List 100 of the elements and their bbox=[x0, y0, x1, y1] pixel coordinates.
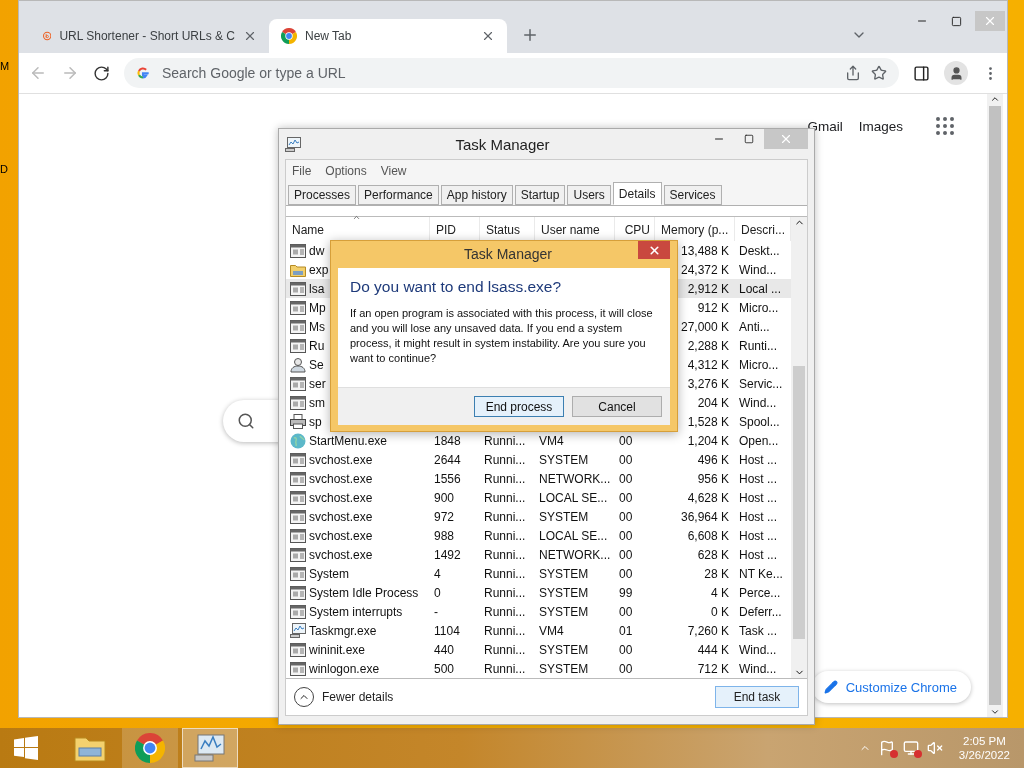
table-cell: Wind... bbox=[739, 262, 777, 277]
table-cell: Micro... bbox=[739, 357, 779, 372]
table-cell: 4 K bbox=[711, 585, 729, 600]
table-cell: 444 K bbox=[697, 642, 729, 657]
process-name: Mp bbox=[309, 300, 326, 315]
table-cell: Servic... bbox=[739, 376, 783, 391]
table-cell: Wind... bbox=[739, 395, 777, 410]
table-cell: Spool... bbox=[739, 414, 780, 429]
table-cell: 1,204 K bbox=[687, 433, 729, 448]
table-cell: Runni... bbox=[484, 471, 526, 486]
table-cell: Wind... bbox=[739, 642, 777, 657]
table-cell: Runni... bbox=[484, 585, 526, 600]
process-name: System interrupts bbox=[309, 604, 403, 619]
table-cell: Task ... bbox=[739, 623, 777, 638]
table-cell: 440 bbox=[434, 642, 455, 657]
dialog-heading: Do you want to end lsass.exe? bbox=[350, 278, 563, 296]
table-cell: Runni... bbox=[484, 547, 526, 562]
table-cell: 00 bbox=[619, 547, 633, 562]
table-cell: 900 bbox=[434, 490, 455, 505]
table-cell: 628 K bbox=[697, 547, 729, 562]
table-cell: 4 bbox=[434, 566, 441, 581]
table-cell: SYSTEM bbox=[539, 566, 589, 581]
window-title: Task Manager bbox=[454, 135, 551, 153]
process-name: dw bbox=[309, 243, 325, 258]
table-cell: Runni... bbox=[484, 452, 526, 467]
desktop-icon-label: M bbox=[0, 60, 10, 72]
table-cell: Runni... bbox=[484, 490, 526, 505]
table-cell: SYSTEM bbox=[539, 661, 589, 676]
table-cell: 00 bbox=[619, 509, 633, 524]
process-name: svchost.exe bbox=[309, 528, 373, 543]
table-cell: 00 bbox=[619, 490, 633, 505]
table-cell: 912 K bbox=[697, 300, 729, 315]
table-cell: 712 K bbox=[697, 661, 729, 676]
table-cell: 7,260 K bbox=[687, 623, 729, 638]
table-cell: 1104 bbox=[434, 623, 460, 638]
table-cell: Runni... bbox=[484, 566, 526, 581]
table-cell: 1,528 K bbox=[687, 414, 729, 429]
table-cell: LOCAL SE... bbox=[539, 528, 608, 543]
table-cell: Runni... bbox=[484, 623, 526, 638]
table-cell: 00 bbox=[619, 452, 633, 467]
table-cell: 0 bbox=[434, 585, 441, 600]
process-name: System Idle Process bbox=[309, 585, 419, 600]
table-cell: SYSTEM bbox=[539, 509, 589, 524]
process-name: Ms bbox=[309, 319, 325, 334]
table-cell: Runni... bbox=[484, 604, 526, 619]
process-name: sm bbox=[309, 395, 325, 410]
table-cell: 3,276 K bbox=[687, 376, 729, 391]
table-cell: 2,912 K bbox=[687, 281, 729, 296]
process-name: System bbox=[309, 566, 349, 581]
table-cell: Runti... bbox=[739, 338, 777, 353]
table-cell: - bbox=[434, 604, 438, 619]
table-cell: 972 bbox=[434, 509, 455, 524]
table-cell: 496 K bbox=[697, 452, 729, 467]
table-cell: 00 bbox=[619, 604, 633, 619]
dialog-title: Task Manager bbox=[463, 245, 553, 262]
table-cell: SYSTEM bbox=[539, 585, 589, 600]
process-name: Se bbox=[309, 357, 324, 372]
table-cell: 36,964 K bbox=[680, 509, 729, 524]
table-cell: 00 bbox=[619, 566, 633, 581]
table-cell: Open... bbox=[739, 433, 779, 448]
table-cell: 6,608 K bbox=[687, 528, 729, 543]
table-cell: Anti... bbox=[739, 319, 770, 334]
process-name: svchost.exe bbox=[309, 452, 373, 467]
table-cell: 988 bbox=[434, 528, 455, 543]
table-cell: Micro... bbox=[739, 300, 779, 315]
table-cell: Runni... bbox=[484, 433, 526, 448]
table-cell: 1492 bbox=[434, 547, 461, 562]
table-cell: 28 K bbox=[704, 566, 729, 581]
table-cell: 2644 bbox=[434, 452, 461, 467]
table-cell: Perce... bbox=[739, 585, 781, 600]
table-cell: NETWORK... bbox=[539, 471, 611, 486]
table-cell: Host ... bbox=[739, 490, 777, 505]
process-name: svchost.exe bbox=[309, 509, 373, 524]
table-cell: 13,488 K bbox=[680, 243, 729, 258]
table-cell: 956 K bbox=[697, 471, 729, 486]
table-cell: NT Ke... bbox=[739, 566, 783, 581]
table-cell: 1848 bbox=[434, 433, 461, 448]
table-cell: 27,000 K bbox=[680, 319, 729, 334]
table-cell: NETWORK... bbox=[539, 547, 611, 562]
desktop-icon-label: D bbox=[0, 163, 8, 175]
table-cell: 4,312 K bbox=[687, 357, 729, 372]
table-cell: Deskt... bbox=[739, 243, 780, 258]
table-cell: Deferr... bbox=[739, 604, 782, 619]
process-name: svchost.exe bbox=[309, 471, 373, 486]
table-cell: Host ... bbox=[739, 528, 777, 543]
table-cell: 4,628 K bbox=[687, 490, 729, 505]
table-cell: 00 bbox=[619, 471, 633, 486]
table-cell: SYSTEM bbox=[539, 452, 589, 467]
table-cell: 1556 bbox=[434, 471, 461, 486]
table-cell: Host ... bbox=[739, 452, 777, 467]
table-cell: 00 bbox=[619, 661, 633, 676]
process-name: svchost.exe bbox=[309, 547, 373, 562]
table-cell: Runni... bbox=[484, 642, 526, 657]
table-cell: 00 bbox=[619, 642, 633, 657]
table-cell: LOCAL SE... bbox=[539, 490, 608, 505]
table-cell: 01 bbox=[619, 623, 633, 638]
table-cell: 0 K bbox=[711, 604, 729, 619]
table-cell: 00 bbox=[619, 528, 633, 543]
table-cell: SYSTEM bbox=[539, 604, 589, 619]
process-name: Taskmgr.exe bbox=[309, 623, 377, 638]
